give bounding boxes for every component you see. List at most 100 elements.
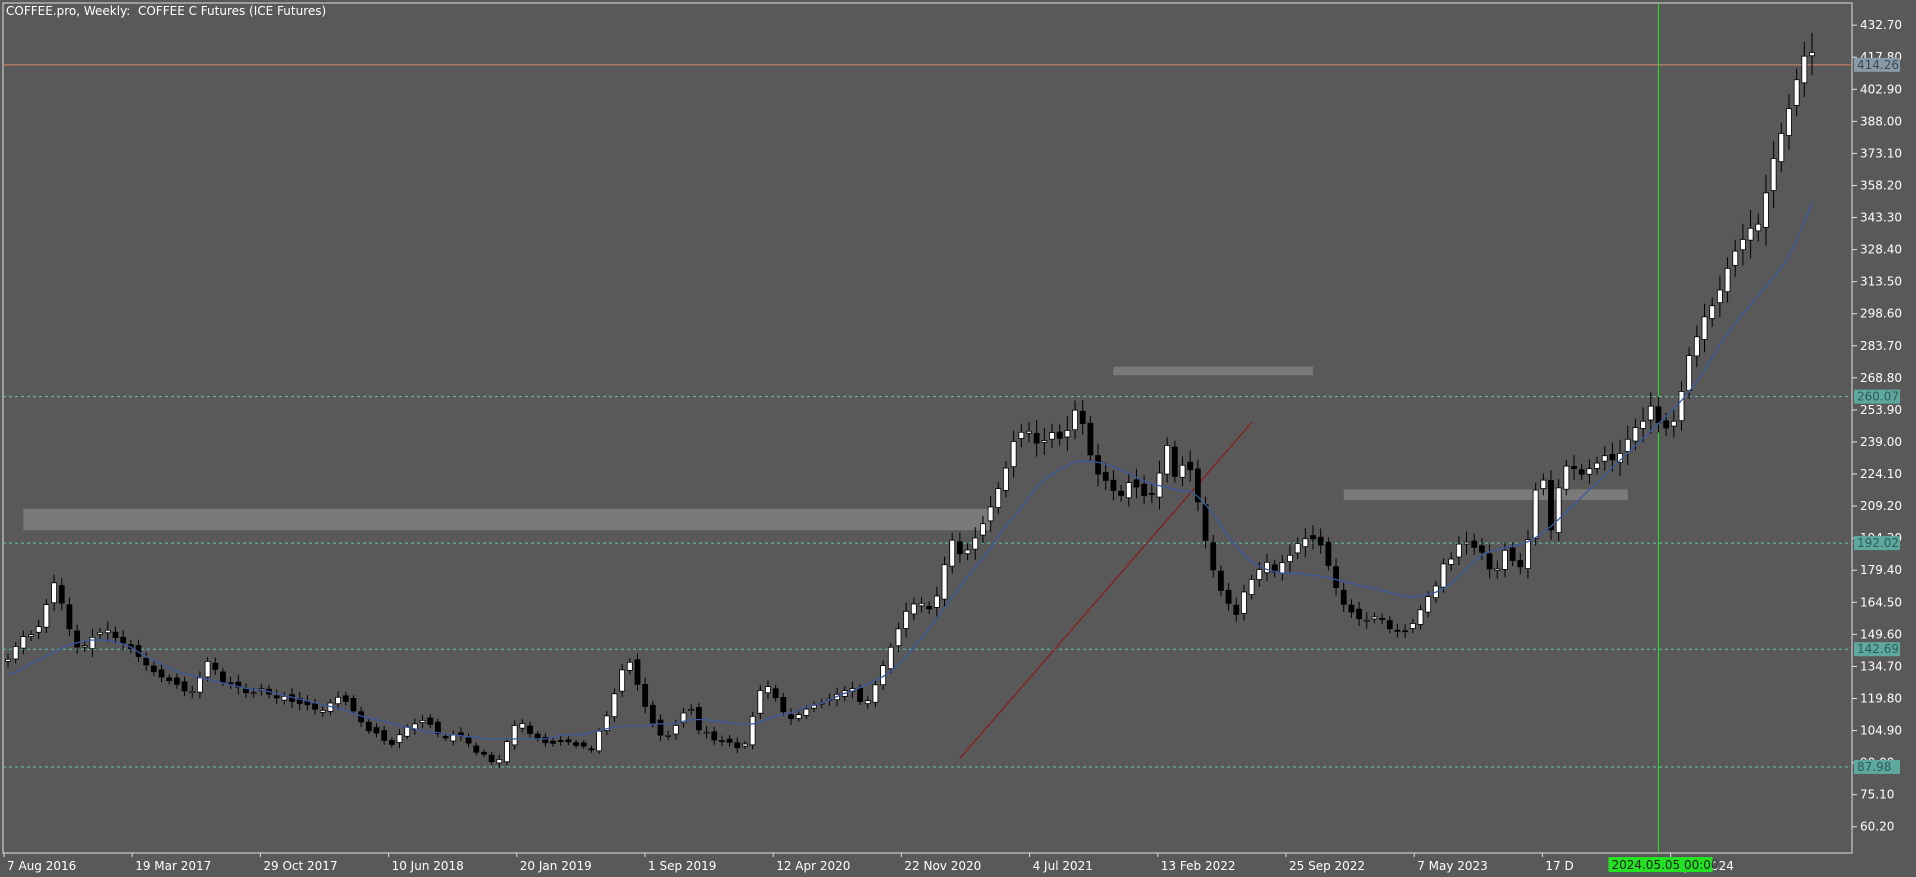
candle-body xyxy=(933,595,940,608)
candle-body xyxy=(166,677,173,682)
candle-body xyxy=(104,629,111,634)
x-tick-label: 1 Sep 2019 xyxy=(648,859,716,873)
candle-body xyxy=(1686,355,1693,391)
candle-body xyxy=(1809,52,1815,57)
candle-body xyxy=(910,603,917,615)
candle-body xyxy=(204,660,211,678)
candle-body xyxy=(1448,558,1455,565)
candle-body xyxy=(465,737,472,744)
candle-body xyxy=(1287,554,1293,562)
candle-body xyxy=(1663,420,1670,429)
zone-rect xyxy=(23,508,991,531)
candle-body xyxy=(1018,431,1025,439)
candle-body xyxy=(1402,630,1409,633)
candle-body xyxy=(1463,541,1470,545)
candle-body xyxy=(711,731,718,741)
candle-body xyxy=(350,698,357,712)
candles-group xyxy=(5,32,1815,768)
candle-body xyxy=(189,691,196,694)
candle-body xyxy=(1471,540,1478,548)
candle-body xyxy=(1778,133,1785,163)
candle-body xyxy=(1747,227,1754,241)
candle-body xyxy=(1509,547,1516,561)
candle-body xyxy=(1279,562,1286,574)
candle-body xyxy=(956,541,963,555)
candle-body xyxy=(273,695,280,699)
price-tag-label: 192.02 xyxy=(1857,536,1899,550)
candle-body xyxy=(1371,616,1378,620)
candle-body xyxy=(1532,489,1539,539)
candle-body xyxy=(120,636,127,644)
candle-body xyxy=(519,723,526,729)
candle-body xyxy=(1586,468,1593,475)
candle-body xyxy=(657,719,664,736)
candle-body xyxy=(1624,438,1631,452)
y-tick-label: 432.70 xyxy=(1860,18,1902,32)
candle-body xyxy=(1210,542,1217,571)
candle-body xyxy=(1264,561,1270,574)
x-tick-label: 20 Jan 2019 xyxy=(520,859,592,873)
candle-body xyxy=(66,604,73,630)
candle-body xyxy=(1179,464,1186,478)
y-tick-label: 313.50 xyxy=(1860,275,1902,289)
candle-body xyxy=(557,740,564,742)
candle-body xyxy=(1394,629,1401,632)
candle-body xyxy=(1701,316,1708,340)
candle-body xyxy=(1709,305,1716,319)
candle-body xyxy=(97,631,104,635)
candle-body xyxy=(611,693,618,718)
candle-body xyxy=(887,646,894,670)
y-tick-label: 149.60 xyxy=(1860,627,1902,641)
candle-body xyxy=(481,751,487,755)
candle-body xyxy=(35,626,42,633)
candle-body xyxy=(527,725,533,734)
candle-body xyxy=(1540,479,1547,489)
y-tick-label: 119.80 xyxy=(1860,691,1902,705)
candle-body xyxy=(1479,545,1485,553)
candle-body xyxy=(434,721,441,734)
candle-body xyxy=(1202,504,1209,541)
candle-body xyxy=(1171,446,1178,477)
y-tick-label: 253.90 xyxy=(1860,403,1902,417)
candle-body xyxy=(795,714,802,719)
chart-window[interactable]: 432.70 417.80 402.90 388.00 373.10 358.20 343.… xyxy=(0,0,1916,877)
y-tick-label: 164.50 xyxy=(1860,595,1902,609)
candle-body xyxy=(895,628,902,647)
candle-body xyxy=(1379,618,1386,620)
candle-body xyxy=(1494,568,1501,571)
y-tick-label: 224.10 xyxy=(1860,467,1902,481)
candle-body xyxy=(1655,406,1662,424)
candle-body xyxy=(1425,596,1432,613)
y-tick-label: 209.20 xyxy=(1860,499,1902,513)
candle-body xyxy=(81,645,88,648)
moving-average-line xyxy=(7,202,1813,740)
candle-body xyxy=(488,754,495,763)
candle-body xyxy=(1716,289,1723,304)
candle-body xyxy=(1049,432,1055,440)
candle-body xyxy=(1225,589,1232,604)
candle-body xyxy=(788,714,794,719)
candle-body xyxy=(1755,223,1762,232)
candle-body xyxy=(1233,604,1240,615)
candle-body xyxy=(665,734,672,737)
candle-body xyxy=(1348,604,1355,613)
candle-body xyxy=(580,742,587,747)
candle-body xyxy=(757,690,764,714)
candle-body xyxy=(442,736,449,739)
price-tag-label: 142.69 xyxy=(1857,642,1899,656)
candle-body xyxy=(1241,591,1247,614)
price-chart[interactable]: 432.70417.80402.90388.00373.10358.20343.… xyxy=(0,0,1916,877)
candle-body xyxy=(1502,549,1508,570)
candle-body xyxy=(550,740,556,744)
candle-body xyxy=(1118,490,1125,496)
y-tick-label: 179.40 xyxy=(1860,563,1902,577)
candle-body xyxy=(695,707,702,731)
candle-body xyxy=(496,759,503,764)
candle-body xyxy=(20,636,27,649)
candle-body xyxy=(28,634,34,637)
candle-body xyxy=(143,657,150,666)
y-tick-label: 358.20 xyxy=(1860,178,1902,192)
x-tick-label: 13 Feb 2022 xyxy=(1161,859,1236,873)
candle-body xyxy=(1072,409,1078,431)
y-tick-label: 388.00 xyxy=(1860,114,1902,128)
